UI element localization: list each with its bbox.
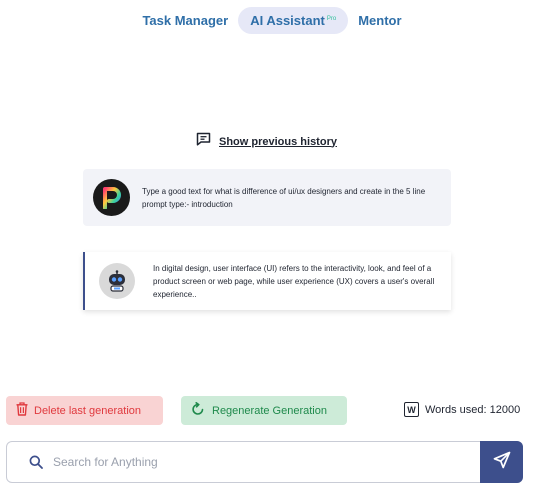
words-used-label: Words used: 12000 (425, 403, 521, 416)
p-logo-icon (93, 179, 130, 216)
search-input[interactable] (53, 455, 453, 469)
regenerate-label: Regenerate Generation (212, 404, 327, 417)
prompt-text: Type a good text for what is difference … (142, 186, 426, 209)
history-label: Show previous history (219, 135, 337, 148)
send-button[interactable] (480, 441, 523, 483)
chat-icon (196, 132, 211, 151)
tab-task-manager[interactable]: Task Manager (142, 7, 228, 34)
search-bar (6, 441, 523, 483)
words-used-counter: W Words used: 12000 (404, 402, 520, 417)
tab-mentor[interactable]: Mentor (358, 7, 401, 34)
top-tabs: Task Manager AI Assistant Pro Mentor (0, 6, 544, 34)
pro-badge: Pro (326, 15, 337, 22)
response-text: In digital design, user interface (UI) r… (153, 263, 435, 299)
trash-icon (16, 402, 28, 419)
show-previous-history-link[interactable]: Show previous history (196, 132, 337, 151)
search-icon (29, 455, 43, 469)
tab-ai-assistant-label: AI Assistant (250, 12, 325, 28)
tab-ai-assistant[interactable]: AI Assistant Pro (238, 6, 349, 34)
refresh-icon (191, 402, 205, 419)
word-icon: W (404, 402, 419, 417)
regenerate-generation-button[interactable]: Regenerate Generation (181, 396, 347, 425)
send-icon (493, 451, 511, 474)
delete-label: Delete last generation (34, 404, 142, 417)
response-card: In digital design, user interface (UI) r… (83, 252, 451, 310)
ai-assistant-page: Task Manager AI Assistant Pro Mentor Show… (0, 0, 544, 493)
prompt-card: Type a good text for what is difference … (83, 169, 451, 226)
robot-icon (99, 263, 135, 299)
delete-last-generation-button[interactable]: Delete last generation (6, 396, 163, 425)
